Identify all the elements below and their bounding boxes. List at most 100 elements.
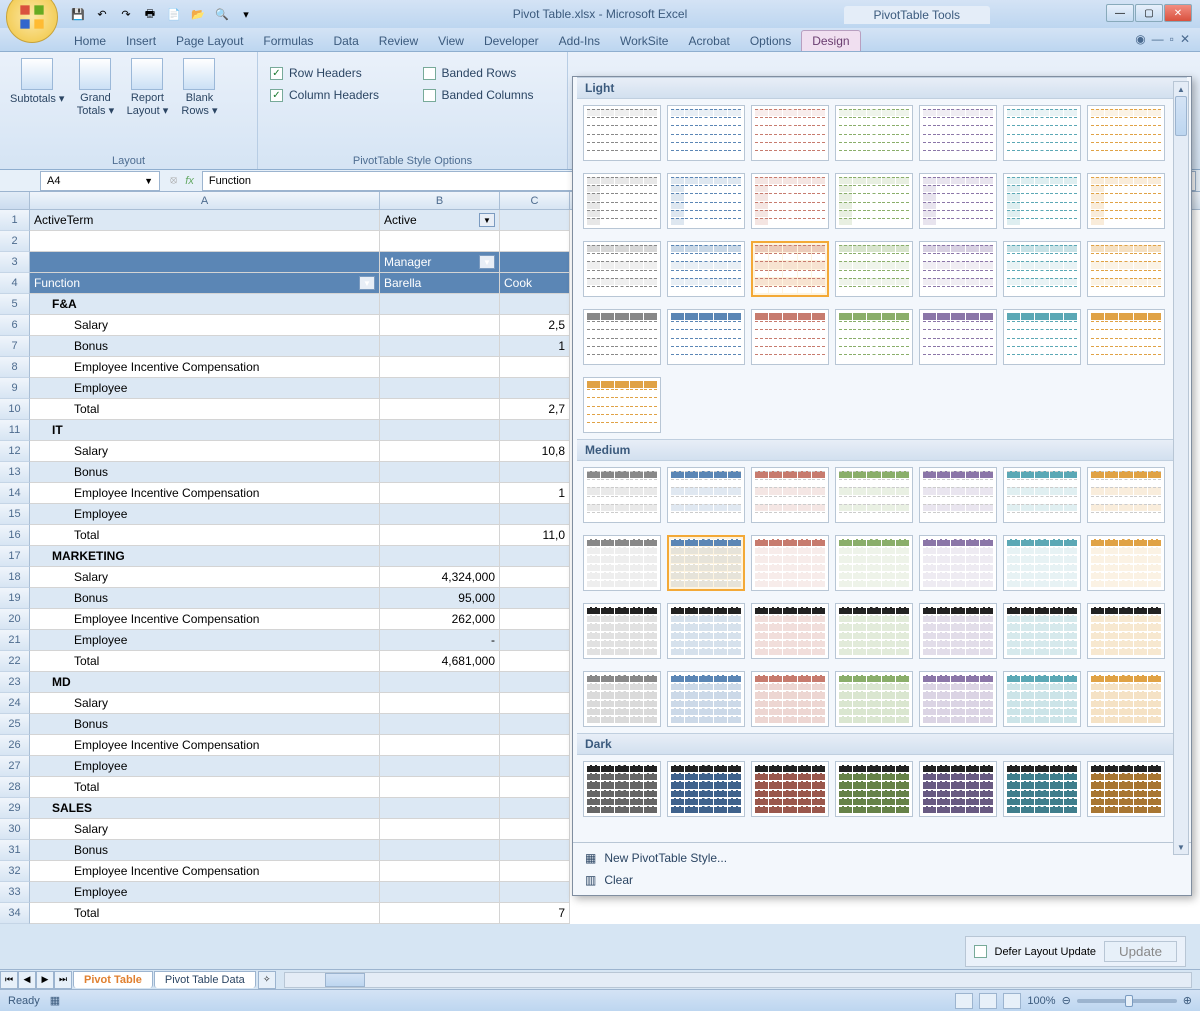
style-swatch[interactable] <box>919 671 997 727</box>
style-swatch[interactable] <box>751 603 829 659</box>
style-swatch[interactable] <box>835 671 913 727</box>
row-header[interactable]: 6 <box>0 315 30 336</box>
macro-icon[interactable]: ▦ <box>50 994 60 1007</box>
cell[interactable] <box>380 714 500 735</box>
checkbox-banded-rows[interactable]: Banded Rows <box>423 66 556 80</box>
new-sheet-icon[interactable]: ✧ <box>258 971 276 989</box>
row-header[interactable]: 14 <box>0 483 30 504</box>
cell[interactable]: 95,000 <box>380 588 500 609</box>
cell[interactable]: Employee <box>30 630 380 651</box>
cell[interactable] <box>500 210 570 231</box>
cell[interactable]: Total <box>30 525 380 546</box>
style-swatch[interactable] <box>751 241 829 297</box>
cell[interactable] <box>380 315 500 336</box>
cell[interactable]: Bonus <box>30 714 380 735</box>
row-header[interactable]: 3 <box>0 252 30 273</box>
cell[interactable]: Employee Incentive Compensation <box>30 357 380 378</box>
row-header[interactable]: 33 <box>0 882 30 903</box>
row-header[interactable]: 24 <box>0 693 30 714</box>
cell[interactable] <box>500 294 570 315</box>
style-swatch[interactable] <box>667 535 745 591</box>
cell[interactable] <box>380 735 500 756</box>
cell[interactable]: Total <box>30 777 380 798</box>
zoom-label[interactable]: 100% <box>1027 995 1055 1007</box>
cell[interactable]: Employee Incentive Compensation <box>30 861 380 882</box>
cell[interactable] <box>500 672 570 693</box>
cell[interactable] <box>380 777 500 798</box>
style-swatch[interactable] <box>583 467 661 523</box>
page-layout-view-icon[interactable] <box>979 993 997 1009</box>
style-swatch[interactable] <box>751 105 829 161</box>
cell[interactable] <box>380 504 500 525</box>
row-header[interactable]: 16 <box>0 525 30 546</box>
open-icon[interactable]: 📂 <box>188 4 208 24</box>
style-swatch[interactable] <box>919 241 997 297</box>
tab-worksite[interactable]: WorkSite <box>610 31 678 51</box>
filter-icon[interactable]: ▼ <box>359 276 375 290</box>
style-swatch[interactable] <box>835 309 913 365</box>
zoom-out-icon[interactable]: ⊖ <box>1062 994 1071 1007</box>
chevron-down-icon[interactable]: ▼ <box>144 176 153 186</box>
style-swatch[interactable] <box>1087 535 1165 591</box>
style-swatch[interactable] <box>583 603 661 659</box>
style-swatch[interactable] <box>667 309 745 365</box>
style-swatch[interactable] <box>919 467 997 523</box>
cell[interactable] <box>380 462 500 483</box>
tab-developer[interactable]: Developer <box>474 31 549 51</box>
style-swatch[interactable] <box>835 241 913 297</box>
cell[interactable]: 11,0 <box>500 525 570 546</box>
normal-view-icon[interactable] <box>955 993 973 1009</box>
quick-print-icon[interactable]: 📄 <box>164 4 184 24</box>
row-header[interactable]: 32 <box>0 861 30 882</box>
cell[interactable] <box>380 693 500 714</box>
row-header[interactable]: 13 <box>0 462 30 483</box>
col-header-A[interactable]: A <box>30 192 380 209</box>
cell[interactable]: - <box>380 630 500 651</box>
tab-options[interactable]: Options <box>740 31 801 51</box>
filter-icon[interactable]: ▼ <box>479 255 495 269</box>
cell[interactable] <box>500 420 570 441</box>
row-header[interactable]: 15 <box>0 504 30 525</box>
tab-home[interactable]: Home <box>64 31 116 51</box>
blank-rows-button[interactable]: BlankRows ▾ <box>176 56 222 119</box>
style-swatch[interactable] <box>1087 309 1165 365</box>
scroll-down-icon[interactable]: ▼ <box>1174 840 1188 854</box>
help-icon[interactable]: ◉ <box>1135 32 1145 46</box>
style-swatch[interactable] <box>667 241 745 297</box>
cell[interactable]: Employee <box>30 378 380 399</box>
cell[interactable]: MARKETING <box>30 546 380 567</box>
scroll-thumb[interactable] <box>1175 96 1187 136</box>
qat-dropdown-icon[interactable]: ▾ <box>236 4 256 24</box>
style-swatch[interactable] <box>1087 241 1165 297</box>
style-swatch[interactable] <box>919 173 997 229</box>
cell[interactable] <box>380 525 500 546</box>
cell[interactable]: 7 <box>500 903 570 924</box>
row-header[interactable]: 8 <box>0 357 30 378</box>
checkbox-row-headers[interactable]: ✓Row Headers <box>270 66 403 80</box>
style-swatch[interactable] <box>751 535 829 591</box>
grand-totals-button[interactable]: GrandTotals ▾ <box>72 56 118 119</box>
cell[interactable]: 4,324,000 <box>380 567 500 588</box>
row-header[interactable]: 1 <box>0 210 30 231</box>
style-swatch[interactable] <box>583 761 661 817</box>
cell[interactable]: 1 <box>500 336 570 357</box>
cancel-icon[interactable]: ⦻ <box>170 174 177 187</box>
cell[interactable] <box>500 630 570 651</box>
cell[interactable] <box>380 672 500 693</box>
cell[interactable]: MD <box>30 672 380 693</box>
cell[interactable] <box>500 504 570 525</box>
row-header[interactable]: 5 <box>0 294 30 315</box>
cell[interactable]: 2,5 <box>500 315 570 336</box>
style-swatch[interactable] <box>1087 105 1165 161</box>
cell[interactable] <box>380 420 500 441</box>
cell[interactable] <box>380 819 500 840</box>
zoom-in-icon[interactable]: ⊕ <box>1183 994 1192 1007</box>
style-swatch[interactable] <box>919 105 997 161</box>
col-header-C[interactable]: C <box>500 192 570 209</box>
cell[interactable] <box>380 441 500 462</box>
cell[interactable] <box>380 294 500 315</box>
cell[interactable]: SALES <box>30 798 380 819</box>
cell[interactable]: Cook <box>500 273 570 294</box>
cell[interactable] <box>500 819 570 840</box>
cell[interactable]: 10,8 <box>500 441 570 462</box>
